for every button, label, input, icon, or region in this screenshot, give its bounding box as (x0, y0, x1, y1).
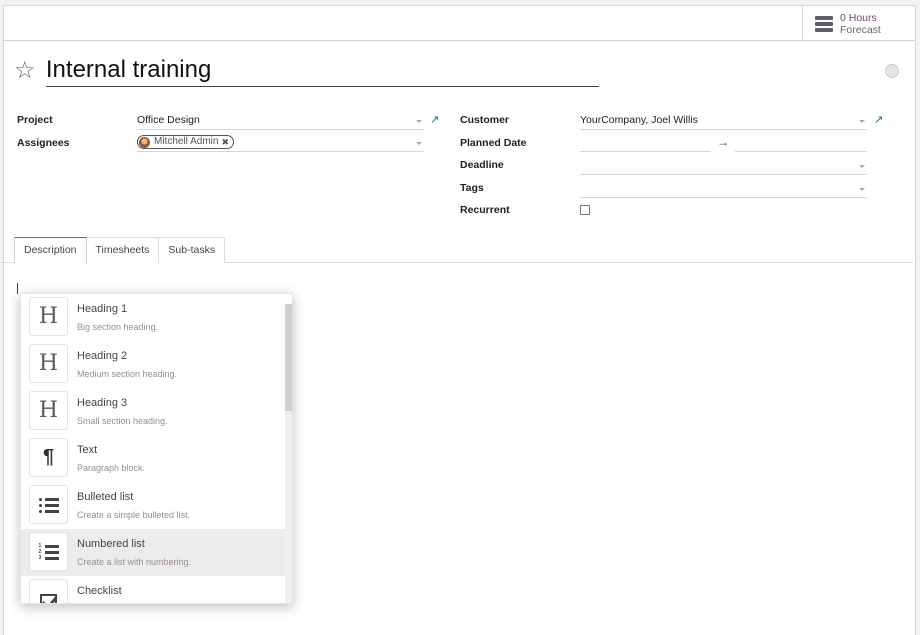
item-description: Paragraph block. (77, 463, 146, 473)
chevron-down-icon[interactable] (416, 120, 422, 123)
planned-date-end-input[interactable] (735, 134, 867, 152)
planned-date-label: Planned Date (460, 137, 527, 149)
powerbox-item-checklist[interactable]: Checklist (21, 576, 285, 603)
remove-tag-icon[interactable]: ✖ (221, 134, 229, 150)
item-description: Create a list with numbering. (77, 557, 192, 567)
tab-timesheets[interactable]: Timesheets (85, 237, 160, 263)
heading-icon: H (29, 297, 68, 336)
powerbox-item-text[interactable]: ¶ Text Paragraph block. (21, 435, 285, 482)
customer-label: Customer (460, 114, 510, 126)
powerbox-item-numbered-list[interactable]: 1 2 3 Numbered list Create a list with n… (21, 529, 285, 576)
chevron-down-icon[interactable] (859, 188, 865, 191)
avatar (139, 136, 150, 148)
customer-field[interactable]: YourCompany, Joel Willis (580, 112, 867, 130)
item-title: Checklist (77, 585, 122, 597)
chevron-down-icon[interactable] (859, 165, 865, 168)
item-title: Text (77, 444, 98, 456)
item-description: Small section heading. (77, 416, 168, 426)
assignee-name: Mitchell Admin (154, 136, 219, 147)
task-title-input[interactable]: Internal training (45, 55, 599, 87)
title-row: ☆ Internal training (14, 54, 599, 88)
date-range-arrow: → (717, 135, 729, 149)
powerbox-item-heading-2[interactable]: H Heading 2 Medium section heading. (21, 341, 285, 388)
heading-icon: H (29, 344, 68, 383)
chevron-down-icon[interactable] (859, 120, 865, 123)
item-description: Medium section heading. (77, 369, 178, 379)
paragraph-icon: ¶ (29, 438, 68, 477)
project-label: Project (17, 114, 53, 126)
checklist-icon (29, 579, 68, 603)
tab-description[interactable]: Description (14, 237, 87, 264)
heading-icon: H (29, 391, 68, 430)
assignees-label: Assignees (17, 137, 70, 149)
deadline-input[interactable] (580, 157, 867, 175)
item-title: Heading 1 (77, 303, 128, 315)
item-title: Heading 3 (77, 397, 128, 409)
item-title: Heading 2 (77, 350, 128, 362)
item-title: Numbered list (77, 538, 145, 550)
command-powerbox: H Heading 1 Big section heading. H Headi… (20, 293, 293, 604)
kanban-state-icon[interactable] (885, 64, 899, 78)
notebook-tabs: Description Timesheets Sub-tasks (14, 237, 226, 264)
powerbox-item-bulleted-list[interactable]: Bulleted list Create a simple bulleted l… (21, 482, 285, 529)
item-title: Bulleted list (77, 491, 134, 503)
server-stack-icon (815, 15, 833, 32)
assignee-tag: Mitchell Admin ✖ (137, 134, 235, 150)
item-description: Create a simple bulleted list. (77, 510, 191, 520)
star-outline-icon[interactable]: ☆ (14, 56, 44, 86)
planned-date-start-input[interactable] (580, 134, 711, 152)
tags-input[interactable] (580, 180, 867, 198)
forecast-smart-button[interactable]: 0 Hours Forecast (802, 6, 915, 41)
chevron-down-icon[interactable] (416, 142, 422, 145)
customer-value: YourCompany, Joel Willis (580, 114, 698, 126)
deadline-label: Deadline (460, 159, 504, 171)
assignees-field[interactable]: Mitchell Admin ✖ (137, 134, 424, 152)
forecast-hours-value: 0 Hours (840, 11, 877, 24)
numbered-list-icon: 1 2 3 (29, 532, 68, 571)
recurrent-checkbox[interactable] (580, 205, 590, 215)
button-box: 0 Hours Forecast (4, 6, 915, 41)
item-description: Big section heading. (77, 322, 159, 332)
forecast-label: Forecast (840, 23, 881, 36)
project-field[interactable]: Office Design (137, 112, 424, 130)
tab-sub-tasks[interactable]: Sub-tasks (158, 237, 226, 263)
powerbox-item-heading-3[interactable]: H Heading 3 Small section heading. (21, 388, 285, 435)
external-link-icon[interactable]: ↗ (430, 113, 439, 126)
bulleted-list-icon (29, 485, 68, 524)
tags-label: Tags (460, 182, 484, 194)
recurrent-label: Recurrent (460, 204, 510, 216)
powerbox-scrollbar[interactable] (285, 304, 292, 603)
external-link-icon[interactable]: ↗ (874, 113, 883, 126)
scrollbar-thumb[interactable] (285, 304, 292, 411)
powerbox-item-heading-1[interactable]: H Heading 1 Big section heading. (21, 294, 285, 341)
text-cursor (17, 283, 18, 294)
project-value: Office Design (137, 114, 200, 126)
